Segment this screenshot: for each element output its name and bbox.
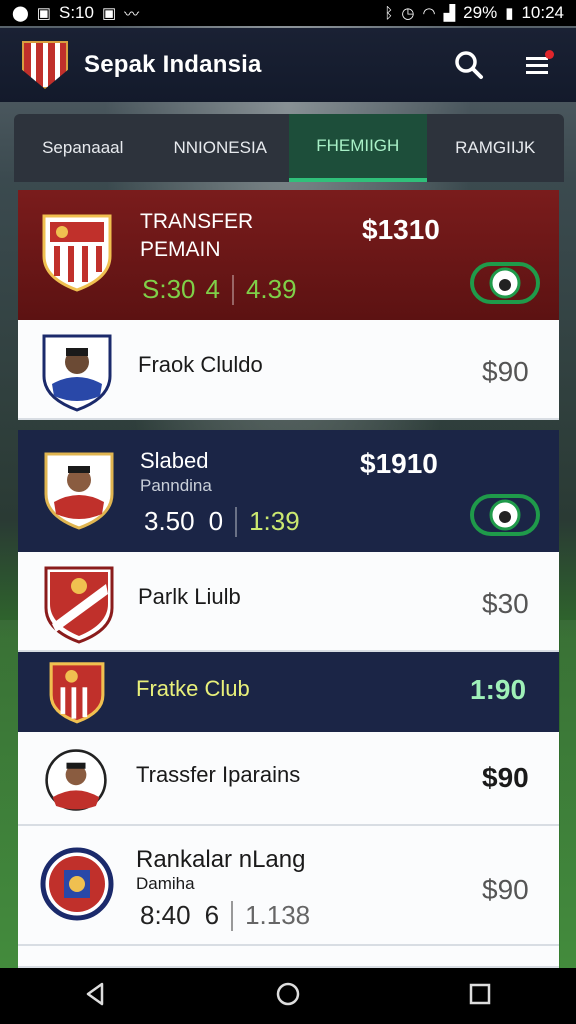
list-item[interactable]: TRANSFER PEMAIN $1310 S:30 4 4.39	[18, 190, 559, 320]
app-notification-icon: ▣	[101, 5, 117, 22]
row-stats: 3.50 0 1:39	[144, 506, 300, 537]
list-item[interactable]: Trassfer Iparains $90	[18, 732, 559, 826]
player-avatar-icon	[44, 452, 114, 530]
row-title: Parlk Liulb	[138, 584, 241, 609]
transfer-list: TRANSFER PEMAIN $1310 S:30 4 4.39 Fraok …	[18, 190, 559, 968]
row-title: TRANSFER	[140, 210, 254, 233]
stat-c: 1.138	[245, 900, 311, 930]
location-icon: ⬤	[12, 5, 29, 22]
app-logo-icon	[22, 41, 68, 89]
system-nav-bar	[0, 968, 576, 1024]
stat-a: 8:40	[140, 900, 191, 930]
signal-wave-icon: 〰	[124, 5, 140, 23]
club-badge-icon	[470, 494, 540, 536]
player-avatar-icon	[42, 334, 112, 412]
stat-c: 1:39	[249, 506, 300, 536]
list-item[interactable]	[18, 946, 559, 968]
club-badge-icon	[470, 262, 540, 304]
home-button[interactable]	[274, 980, 302, 1013]
battery-icon: ▮	[505, 5, 514, 22]
notification-dot	[545, 50, 554, 59]
row-subtitle: PEMAIN	[140, 238, 221, 261]
tab-ramgiijk[interactable]: RAMGIIJK	[427, 114, 565, 182]
list-item[interactable]: Fraok Cluldo $90	[18, 320, 559, 420]
app-bar: Sepak Indansia	[0, 28, 576, 102]
app-title: Sepak Indansia	[84, 51, 262, 78]
club-crest-icon	[40, 847, 114, 921]
row-subtitle: Panndina	[140, 476, 212, 495]
row-price: 1:90	[470, 674, 527, 705]
status-bar: ⬤ ▣ S:10 ▣ 〰 ᛒ ◷ ◠ ▟ 29% ▮ 10:24	[0, 0, 576, 26]
stat-a: S:30	[142, 274, 196, 304]
tab-nnionesia[interactable]: NNIONESIA	[152, 114, 290, 182]
recents-icon	[469, 983, 491, 1004]
bluetooth-icon: ᛒ	[384, 4, 394, 22]
battery-percent: 29%	[463, 3, 498, 22]
row-title: Trassfer Iparains	[136, 762, 301, 787]
row-price: $1310	[362, 214, 440, 245]
search-button[interactable]	[452, 48, 486, 82]
stat-b: 0	[208, 506, 224, 536]
row-price: $90	[482, 762, 529, 793]
stat-divider	[231, 900, 234, 931]
list-item[interactable]: Parlk Liulb $30	[18, 552, 559, 652]
status-time: 10:24	[521, 3, 564, 22]
tab-bar: Sepanaaal NNIONESIA FHEMIIGH RAMGIIJK	[14, 114, 564, 182]
home-icon	[276, 982, 300, 1005]
list-item[interactable]: Slabed Panndina $1910 3.50 0 1:39	[18, 430, 559, 552]
club-crest-icon	[44, 566, 114, 644]
stat-a: 3.50	[144, 506, 195, 536]
stat-divider	[235, 506, 238, 537]
row-title: Rankalar nLang	[136, 846, 306, 873]
back-button[interactable]	[82, 980, 110, 1013]
alarm-icon: ◷	[401, 5, 415, 22]
tab-fhemiigh[interactable]: FHEMIIGH	[289, 114, 427, 182]
player-avatar-icon	[45, 749, 107, 811]
stat-b: 4	[205, 274, 220, 304]
row-stats: 8:40 6 1.138	[140, 900, 310, 931]
stat-b: 6	[204, 900, 220, 930]
stat-c: 4.39	[245, 274, 297, 304]
row-title: Fratke Club	[136, 676, 250, 701]
notification-icon: ▣	[36, 5, 51, 22]
back-icon	[86, 982, 104, 1005]
status-left-text: S:10	[58, 3, 94, 22]
row-title: Slabed	[140, 448, 209, 473]
row-subtitle: Damiha	[136, 874, 195, 893]
stat-divider	[231, 274, 234, 305]
search-icon	[455, 51, 483, 79]
row-price: $90	[482, 874, 529, 905]
list-item[interactable]: Fratke Club 1:90	[18, 652, 559, 732]
wifi-icon: ◠	[422, 5, 436, 22]
club-crest-icon	[49, 662, 105, 724]
row-title: Fraok Cluldo	[138, 352, 263, 377]
row-price: $90	[482, 356, 529, 387]
menu-button[interactable]	[520, 48, 554, 82]
row-stats: S:30 4 4.39	[142, 274, 297, 305]
row-price: $30	[482, 588, 529, 619]
list-item[interactable]: Rankalar nLang Damiha $90 8:40 6 1.138	[18, 826, 559, 946]
recents-button[interactable]	[466, 980, 494, 1013]
row-price: $1910	[360, 448, 438, 479]
club-crest-icon	[42, 214, 112, 292]
cell-signal-icon: ▟	[443, 5, 456, 22]
tab-sepanaaal[interactable]: Sepanaaal	[14, 114, 152, 182]
